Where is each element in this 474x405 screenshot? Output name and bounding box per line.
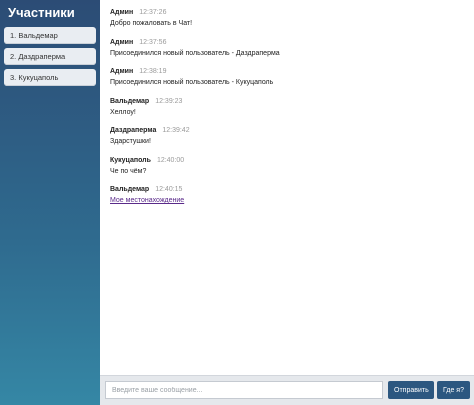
member-label: 3. Кукуцаполь	[10, 73, 59, 82]
message-item: Даздраперма 12:39:42 Здарстушки!	[110, 126, 464, 147]
message-time: 12:39:42	[162, 127, 190, 134]
message-text: Присоединился новый пользователь - Кукуц…	[110, 79, 274, 86]
message-text: Здарстушки!	[110, 138, 151, 145]
message-author: Админ	[110, 9, 134, 16]
member-label: 2. Даздраперма	[10, 52, 66, 61]
send-button[interactable]: Отправить	[388, 381, 434, 399]
location-link[interactable]: Мое местонахождение	[110, 197, 184, 204]
message-author: Даздраперма	[110, 127, 157, 134]
message-author: Вальдемар	[110, 97, 150, 105]
member-label: 1. Вальдемар	[10, 31, 58, 40]
message-item: Кукуцаполь 12:40:00 Че по чём?	[110, 156, 464, 177]
message-author: Вальдемар	[110, 186, 150, 193]
members-sidebar: Участники 1. Вальдемар 2. Даздраперма 3.…	[0, 0, 100, 405]
message-header: Вальдемар 12:39:23	[110, 97, 464, 106]
chat-main: Админ 12:37:26 Добро пожаловать в Чат! Ад…	[100, 0, 474, 405]
message-header: Вальдемар 12:40:15	[110, 185, 464, 194]
where-am-i-button[interactable]: Где я?	[437, 381, 470, 399]
message-text: Че по чём?	[110, 167, 147, 175]
message-author: Админ	[110, 68, 134, 75]
message-item: Админ 12:38:19 Присоединился новый пользо…	[110, 67, 464, 88]
message-author: Кукуцаполь	[110, 156, 151, 164]
message-header: Кукуцаполь 12:40:00	[110, 156, 464, 165]
message-time: 12:39:23	[155, 97, 183, 105]
message-item: Админ 12:37:56 Присоединился новый пользо…	[110, 38, 464, 59]
member-item-kukutsapol[interactable]: 3. Кукуцаполь	[4, 69, 96, 86]
member-item-dazdraperma[interactable]: 2. Даздраперма	[4, 48, 96, 65]
message-list: Админ 12:37:26 Добро пожаловать в Чат! Ад…	[100, 0, 474, 375]
message-header: Даздраперма 12:39:42	[110, 126, 464, 135]
message-composer: Отправить Где я?	[100, 375, 474, 405]
message-text: Хеллоу!	[110, 108, 136, 116]
sidebar-title: Участники	[8, 5, 75, 20]
message-text: Присоединился новый пользователь - Даздр…	[110, 49, 280, 57]
message-author: Админ	[110, 38, 134, 46]
message-header: Админ 12:37:26	[110, 8, 464, 17]
message-item: Админ 12:37:26 Добро пожаловать в Чат!	[110, 8, 464, 29]
message-time: 12:37:26	[139, 9, 167, 16]
member-item-valdemar[interactable]: 1. Вальдемар	[4, 27, 96, 44]
message-input[interactable]	[105, 381, 383, 399]
message-header: Админ 12:37:56	[110, 38, 464, 47]
message-time: 12:40:00	[156, 156, 185, 164]
message-item: Вальдемар 12:39:23 Хеллоу!	[110, 97, 464, 118]
message-time: 12:37:56	[139, 38, 167, 46]
message-header: Админ 12:38:19	[110, 67, 464, 76]
message-text: Мое местонахождение	[110, 196, 464, 206]
message-item: Вальдемар 12:40:15 Мое местонахождение	[110, 185, 464, 206]
message-text: Добро пожаловать в Чат!	[110, 20, 193, 27]
message-time: 12:38:19	[139, 68, 167, 75]
message-time: 12:40:15	[155, 186, 183, 193]
